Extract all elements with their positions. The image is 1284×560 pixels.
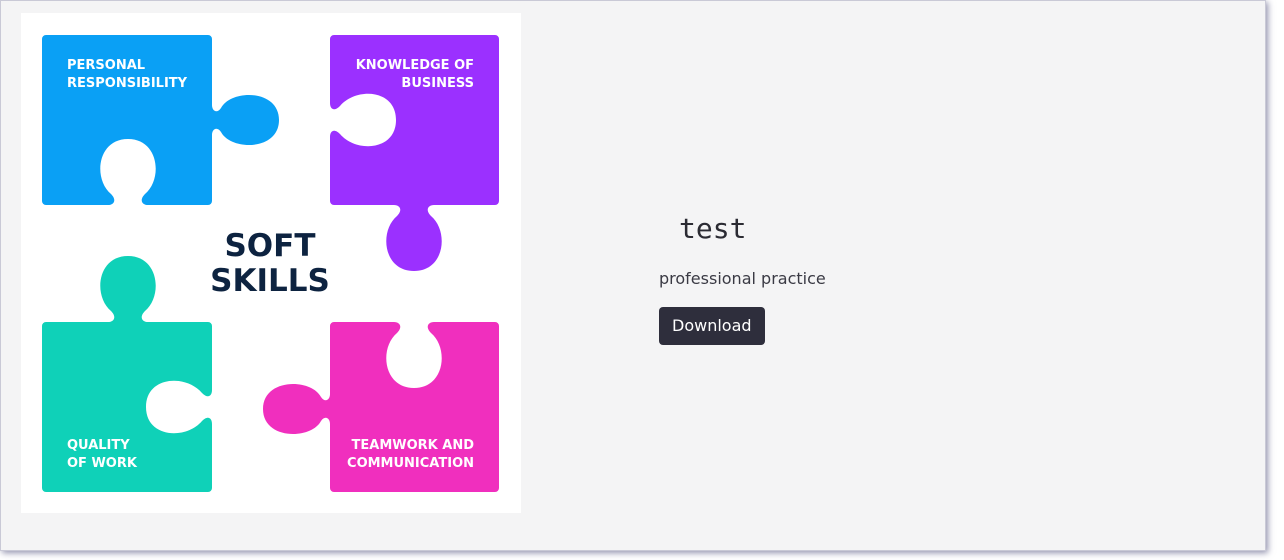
center-title-line1: SOFT — [224, 228, 315, 264]
download-button[interactable]: Download — [659, 307, 765, 345]
item-info: test professional practice Download — [659, 207, 1079, 345]
svg-text:OF WORK: OF WORK — [67, 456, 138, 471]
svg-text:KNOWLEDGE OF: KNOWLEDGE OF — [356, 58, 474, 73]
soft-skills-image: PERSONAL RESPONSIBILITY KNOWLEDGE OF BUS… — [21, 13, 521, 513]
svg-text:PERSONAL: PERSONAL — [67, 58, 145, 73]
puzzle-illustration: PERSONAL RESPONSIBILITY KNOWLEDGE OF BUS… — [42, 35, 499, 492]
puzzle-piece-personal-responsibility: PERSONAL RESPONSIBILITY — [42, 35, 279, 205]
file-card: PERSONAL RESPONSIBILITY KNOWLEDGE OF BUS… — [0, 0, 1266, 551]
svg-text:QUALITY: QUALITY — [67, 438, 130, 453]
puzzle-piece-teamwork-and-communication: TEAMWORK AND COMMUNICATION — [263, 322, 499, 492]
item-title: test — [679, 212, 747, 245]
svg-text:BUSINESS: BUSINESS — [401, 76, 474, 91]
puzzle-piece-knowledge-of-business: KNOWLEDGE OF BUSINESS — [330, 35, 499, 271]
center-title-line2: SKILLS — [210, 263, 330, 299]
item-description: professional practice — [659, 269, 826, 288]
svg-text:TEAMWORK AND: TEAMWORK AND — [352, 438, 475, 453]
puzzle-piece-quality-of-work: QUALITY OF WORK — [42, 256, 212, 492]
svg-text:COMMUNICATION: COMMUNICATION — [347, 456, 474, 471]
svg-text:RESPONSIBILITY: RESPONSIBILITY — [67, 76, 188, 91]
